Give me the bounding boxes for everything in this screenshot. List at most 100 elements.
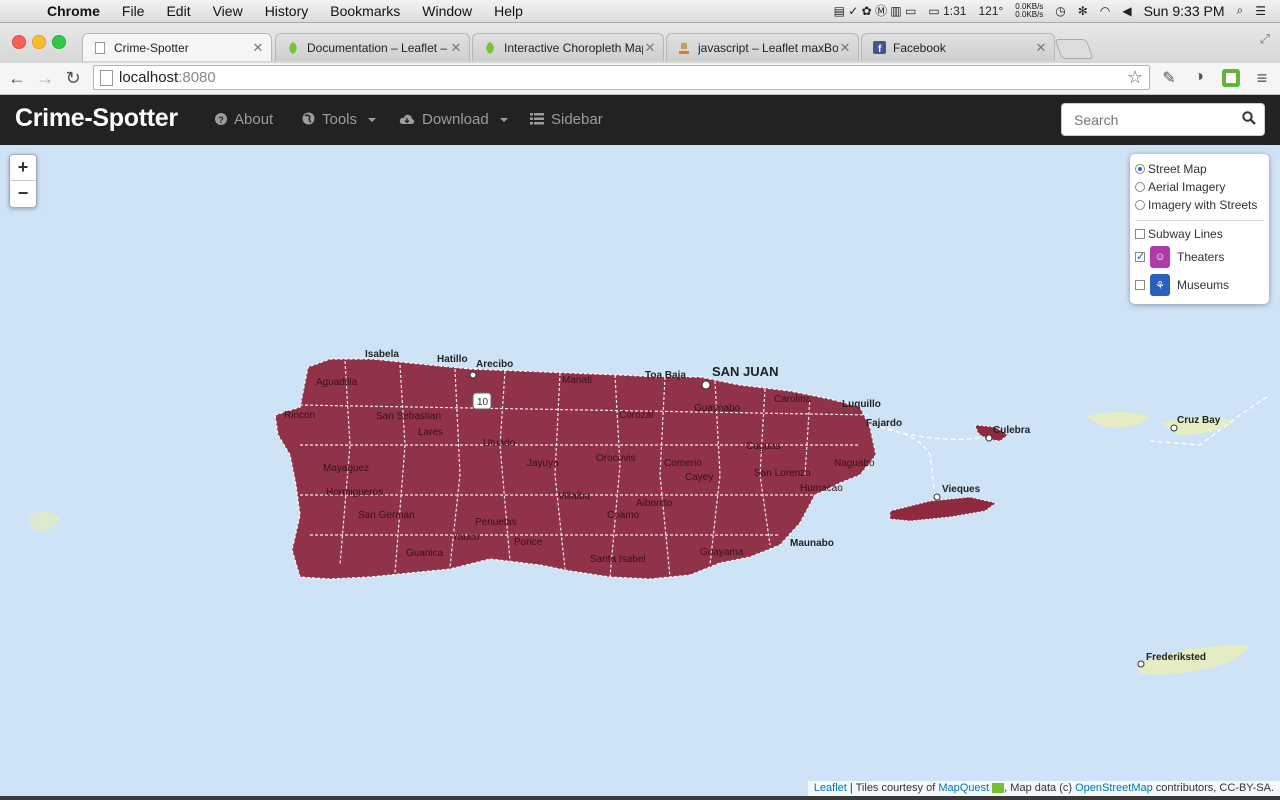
- battery-status[interactable]: ▭ 1:31: [928, 4, 966, 18]
- checkbox-theaters[interactable]: ✓: [1135, 252, 1145, 263]
- layer-label: Museums: [1177, 278, 1230, 292]
- cloud-download-icon: [399, 112, 415, 128]
- reload-icon[interactable]: ↻: [62, 68, 84, 89]
- zoom-in-button[interactable]: +: [10, 155, 36, 181]
- tab-facebook[interactable]: f Facebook ✕: [861, 33, 1055, 61]
- nav-about[interactable]: ? About: [215, 111, 273, 128]
- menu-file[interactable]: File: [111, 2, 156, 20]
- layer-label: Theaters: [1177, 250, 1225, 264]
- menu-view[interactable]: View: [202, 2, 254, 20]
- label-orocovis: Orocovis: [596, 453, 635, 464]
- tab-close-icon[interactable]: ✕: [643, 40, 657, 56]
- menu-edit[interactable]: Edit: [155, 2, 201, 20]
- menu-bookmarks[interactable]: Bookmarks: [319, 2, 411, 20]
- leaflet-icon: [483, 41, 497, 55]
- back-icon[interactable]: ←: [6, 68, 28, 89]
- radio-street-map[interactable]: [1135, 164, 1145, 174]
- volume-icon[interactable]: ◀: [1122, 4, 1131, 18]
- battery-time: 1:31: [943, 3, 967, 18]
- question-circle-icon: ?: [215, 112, 227, 128]
- map-attribution: Leaflet | Tiles courtesy of MapQuest , M…: [807, 781, 1280, 796]
- tab-close-icon[interactable]: ✕: [838, 40, 852, 56]
- nav-tools-label: Tools: [322, 111, 358, 128]
- label-naguabo: Naguabo: [834, 458, 875, 469]
- temperature-readout[interactable]: 121°: [978, 4, 1003, 18]
- wifi-icon[interactable]: ◠: [1100, 4, 1110, 18]
- eyedropper-extension-icon[interactable]: ✎: [1158, 68, 1180, 88]
- forward-icon[interactable]: →: [34, 68, 56, 89]
- bluetooth-icon[interactable]: ✻: [1078, 4, 1088, 18]
- tab-stackoverflow[interactable]: javascript – Leaflet maxBo ✕: [666, 33, 859, 61]
- menu-history[interactable]: History: [254, 2, 320, 20]
- zoom-window-button[interactable]: [52, 35, 66, 49]
- bookmark-star-icon[interactable]: ☆: [1127, 67, 1143, 88]
- radio-aerial-imagery[interactable]: [1135, 182, 1145, 192]
- label-hormigueros: Hormigueros: [326, 487, 383, 498]
- overlay-theaters[interactable]: ✓ ☺ Theaters: [1135, 246, 1224, 268]
- tab-title: Documentation – Leaflet –: [307, 40, 448, 55]
- map-tiles: 10 SAN JUAN Isabela Hatillo Arecibo Toa …: [29, 349, 1271, 675]
- layer-street-map[interactable]: Street Map: [1135, 162, 1207, 176]
- nav-download-dropdown[interactable]: Download: [399, 111, 508, 128]
- overlay-museums[interactable]: ⚘ Museums: [1135, 274, 1229, 296]
- tray-icons[interactable]: ▤ ✓ ✿ Ⓜ ▥ ▭: [834, 2, 917, 19]
- url-host: localhost: [119, 69, 179, 86]
- layer-label: Subway Lines: [1148, 227, 1223, 241]
- label-comerio: Comerio: [664, 458, 702, 469]
- label-vieques: Vieques: [942, 484, 981, 495]
- notification-center-icon[interactable]: ☰: [1255, 4, 1266, 18]
- new-tab-button[interactable]: [1054, 39, 1094, 59]
- label-manati: Manati: [562, 375, 592, 386]
- page-icon: [100, 70, 113, 86]
- tab-crime-spotter[interactable]: Crime-Spotter ✕: [82, 33, 272, 61]
- overlay-subway-lines[interactable]: Subway Lines: [1135, 227, 1223, 241]
- label-santa-isabel: Santa Isabel: [590, 554, 646, 565]
- mapquest-link[interactable]: MapQuest: [938, 782, 989, 794]
- print-extension-icon[interactable]: [1220, 68, 1242, 93]
- browser-toolbar: ← → ↻ localhost:8080 ☆ ✎ ◑ ≡: [0, 63, 1280, 95]
- address-bar[interactable]: localhost:8080 ☆: [93, 65, 1150, 90]
- tab-close-icon[interactable]: ✕: [1034, 40, 1048, 56]
- spotlight-icon[interactable]: ⌕: [1237, 3, 1244, 18]
- tab-title: Interactive Choropleth Map: [504, 40, 643, 55]
- tab-leaflet-docs[interactable]: Documentation – Leaflet – ✕: [275, 33, 470, 61]
- checkbox-subway-lines[interactable]: [1135, 229, 1145, 239]
- search-icon[interactable]: [1242, 111, 1256, 130]
- label-rincon: Rincon: [284, 410, 315, 421]
- layer-aerial-imagery[interactable]: Aerial Imagery: [1135, 180, 1225, 194]
- sync-extension-icon[interactable]: ◑: [1188, 68, 1210, 86]
- clock-icon[interactable]: ◷: [1055, 4, 1065, 18]
- nav-sidebar[interactable]: Sidebar: [530, 111, 603, 128]
- close-window-button[interactable]: [12, 35, 26, 49]
- openstreetmap-link[interactable]: OpenStreetMap: [1075, 782, 1153, 794]
- label-carolina: Carolina: [774, 394, 812, 405]
- clock[interactable]: Sun 9:33 PM: [1144, 3, 1225, 19]
- tab-choropleth[interactable]: Interactive Choropleth Map ✕: [472, 33, 664, 61]
- zoom-out-button[interactable]: −: [10, 181, 36, 206]
- map-canvas[interactable]: 10 SAN JUAN Isabela Hatillo Arecibo Toa …: [0, 145, 1280, 796]
- checkbox-museums[interactable]: [1135, 280, 1145, 290]
- caret-down-icon: [368, 117, 377, 122]
- attribution-license-text: contributors, CC-BY-SA.: [1152, 782, 1274, 794]
- leaflet-link[interactable]: Leaflet: [814, 782, 847, 794]
- tab-close-icon[interactable]: ✕: [251, 40, 265, 56]
- search-input[interactable]: [1062, 104, 1256, 135]
- minimize-window-button[interactable]: [32, 35, 46, 49]
- label-humacao: Humacao: [800, 483, 843, 494]
- layer-imagery-with-streets[interactable]: Imagery with Streets: [1135, 198, 1257, 212]
- label-guanica: Guanica: [406, 548, 444, 559]
- brand-title[interactable]: Crime-Spotter: [15, 104, 178, 133]
- label-arecibo: Arecibo: [476, 359, 513, 370]
- nav-tools-dropdown[interactable]: Tools: [302, 111, 377, 128]
- menu-app-name[interactable]: Chrome: [36, 2, 111, 20]
- app-navbar: Crime-Spotter ? About Tools Download Sid…: [0, 95, 1280, 145]
- radio-imagery-with-streets[interactable]: [1135, 200, 1145, 210]
- svg-text:?: ?: [218, 115, 224, 125]
- tab-close-icon[interactable]: ✕: [449, 40, 463, 56]
- menu-help[interactable]: Help: [483, 2, 534, 20]
- search-box: [1061, 103, 1265, 136]
- fullscreen-icon[interactable]: ⤢: [1260, 31, 1270, 47]
- menu-window[interactable]: Window: [411, 2, 483, 20]
- chrome-menu-icon[interactable]: ≡: [1251, 68, 1273, 89]
- network-speed[interactable]: 0.0KB/s 0.0KB/s: [1015, 2, 1043, 19]
